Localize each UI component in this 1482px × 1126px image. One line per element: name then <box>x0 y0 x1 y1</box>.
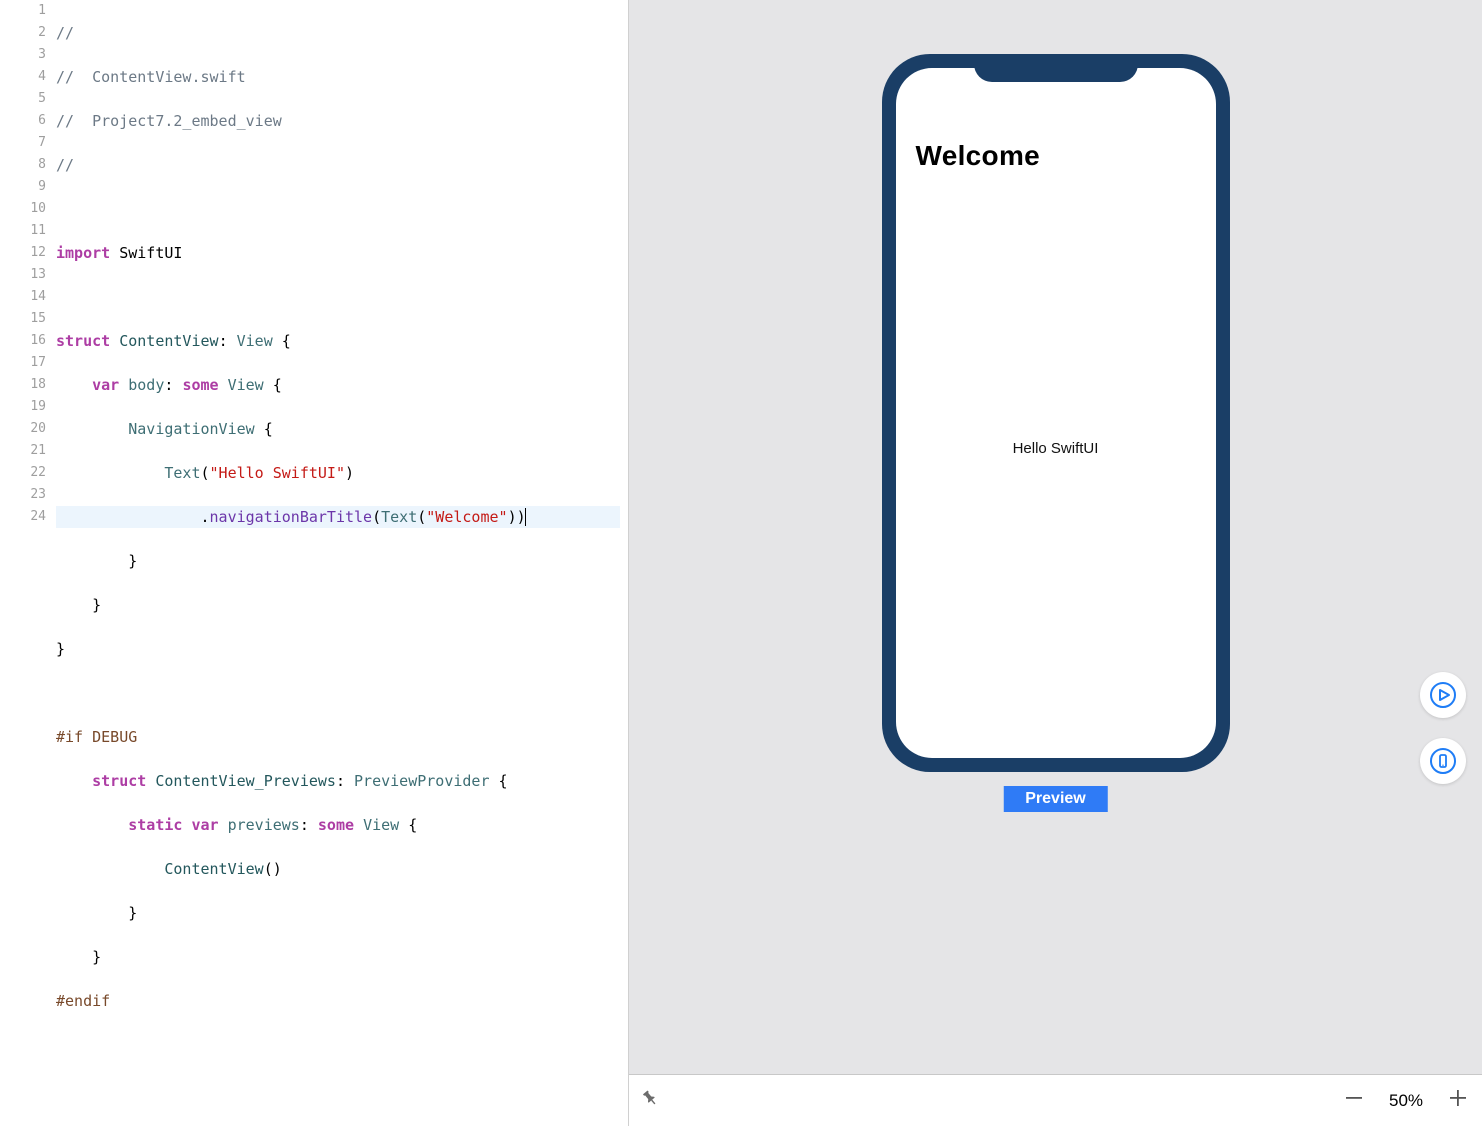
line-number: 20 <box>0 418 46 440</box>
line-number: 18 <box>0 374 46 396</box>
navigation-bar-title: Welcome <box>896 68 1216 178</box>
type-navigationview: NavigationView <box>128 420 254 438</box>
code-comment: // Project7.2_embed_view <box>56 112 282 130</box>
type-previews: ContentView_Previews <box>155 772 336 790</box>
kw-import: import <box>56 244 110 262</box>
preproc-ifdebug: #if DEBUG <box>56 728 137 746</box>
plus-icon <box>1448 1088 1468 1108</box>
line-number: 9 <box>0 176 46 198</box>
line-number: 21 <box>0 440 46 462</box>
line-number: 2 <box>0 22 46 44</box>
type-text: Text <box>381 508 417 526</box>
device-notch <box>974 54 1138 82</box>
device-icon <box>1429 747 1457 775</box>
line-number: 23 <box>0 484 46 506</box>
preview-pane: Welcome Hello SwiftUI Preview <box>629 0 1482 1126</box>
type-view: View <box>228 376 264 394</box>
pin-icon <box>638 1086 663 1111</box>
prop-body: body <box>128 376 164 394</box>
type-text: Text <box>164 464 200 482</box>
call-contentview: ContentView <box>164 860 263 878</box>
preview-canvas[interactable]: Welcome Hello SwiftUI Preview <box>629 0 1482 1074</box>
code-editor-pane[interactable]: 1 2 3 4 5 6 7 8 9 10 11 12 13 14 15 16 1… <box>0 0 628 1126</box>
pin-preview-button[interactable] <box>638 1086 667 1115</box>
line-number: 24 <box>0 506 46 528</box>
preproc-endif: #endif <box>56 992 110 1010</box>
preview-on-device-button[interactable] <box>1420 738 1466 784</box>
code-text-area[interactable]: // // ContentView.swift // Project7.2_em… <box>56 0 628 1126</box>
modifier-navtitle: navigationBarTitle <box>210 508 373 526</box>
line-number: 10 <box>0 198 46 220</box>
line-number: 8 <box>0 154 46 176</box>
text-cursor <box>525 508 526 526</box>
kw-struct: struct <box>56 332 110 350</box>
type-view: View <box>363 816 399 834</box>
preview-bottom-bar: 50% <box>629 1074 1482 1126</box>
line-number-gutter: 1 2 3 4 5 6 7 8 9 10 11 12 13 14 15 16 1… <box>0 0 56 1126</box>
kw-var: var <box>92 376 119 394</box>
kw-struct: struct <box>92 772 146 790</box>
code-comment: // <box>56 24 74 42</box>
line-number: 15 <box>0 308 46 330</box>
line-number: 19 <box>0 396 46 418</box>
kw-some: some <box>182 376 218 394</box>
play-icon <box>1429 681 1457 709</box>
line-number: 6 <box>0 110 46 132</box>
line-number: 3 <box>0 44 46 66</box>
preview-label: Preview <box>1003 786 1107 812</box>
line-number: 11 <box>0 220 46 242</box>
line-number: 14 <box>0 286 46 308</box>
zoom-level-label[interactable]: 50% <box>1382 1091 1430 1111</box>
line-number: 5 <box>0 88 46 110</box>
prop-previews: previews <box>228 816 300 834</box>
code-comment: // <box>56 156 74 174</box>
string-hello: "Hello SwiftUI" <box>210 464 345 482</box>
line-number: 17 <box>0 352 46 374</box>
device-frame: Welcome Hello SwiftUI <box>882 54 1230 772</box>
minus-icon <box>1344 1088 1364 1108</box>
line-number: 22 <box>0 462 46 484</box>
preview-body-text: Hello SwiftUI <box>896 178 1216 758</box>
live-preview-play-button[interactable] <box>1420 672 1466 718</box>
module-swiftui: SwiftUI <box>119 244 182 262</box>
kw-var: var <box>191 816 218 834</box>
line-number: 1 <box>0 0 46 22</box>
kw-static: static <box>128 816 182 834</box>
line-number: 4 <box>0 66 46 88</box>
code-comment: // ContentView.swift <box>56 68 246 86</box>
line-number: 12 <box>0 242 46 264</box>
kw-some: some <box>318 816 354 834</box>
zoom-in-button[interactable] <box>1448 1088 1468 1114</box>
line-number: 7 <box>0 132 46 154</box>
line-number: 13 <box>0 264 46 286</box>
type-view: View <box>237 332 273 350</box>
type-contentview: ContentView <box>119 332 218 350</box>
device-screen: Welcome Hello SwiftUI <box>896 68 1216 758</box>
zoom-out-button[interactable] <box>1344 1088 1364 1114</box>
line-number: 16 <box>0 330 46 352</box>
string-welcome: "Welcome" <box>426 508 507 526</box>
type-previewprovider: PreviewProvider <box>354 772 489 790</box>
preview-floating-controls <box>1420 672 1466 784</box>
